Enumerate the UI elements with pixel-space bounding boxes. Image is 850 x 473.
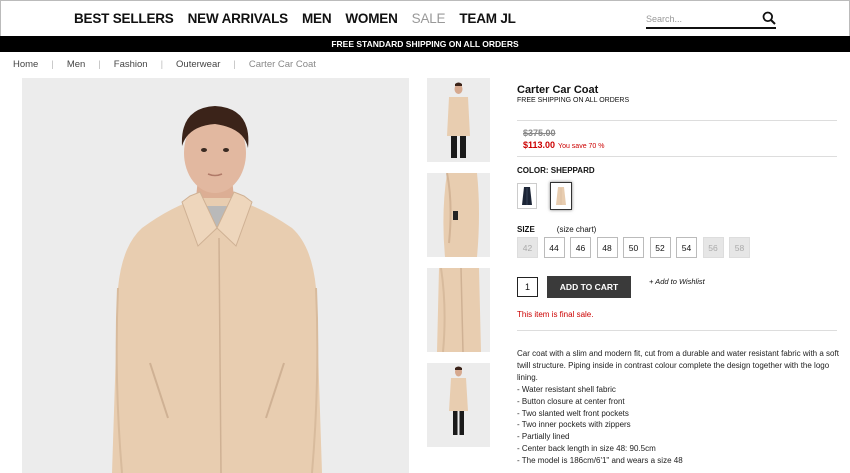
price-box: $375.00 $113.00 You save 70 % [517,120,837,157]
nav-women[interactable]: WOMEN [345,11,397,26]
breadcrumb-men[interactable]: Men [67,59,85,70]
feature-item: - Center back length in size 48: 90.5cm [517,444,656,454]
description-text: Car coat with a slim and modern fit, cut… [517,349,839,382]
breadcrumb-current: Carter Car Coat [248,59,316,70]
sheppard-coat-icon [556,187,566,205]
feature-item: - Partially lined [517,432,570,442]
feature-item: - Two inner pockets with zippers [517,420,631,430]
divider [517,330,837,331]
breadcrumb-outerwear[interactable]: Outerwear [176,59,220,70]
breadcrumb-separator: | [98,59,101,70]
color-swatch-navy[interactable] [517,183,537,209]
search-input[interactable] [646,11,756,27]
breadcrumb-fashion[interactable]: Fashion [114,59,148,70]
shipping-banner: FREE STANDARD SHIPPING ON ALL ORDERS [0,36,850,52]
sale-price: $113.00 [523,140,556,150]
size-50[interactable]: 50 [623,237,644,258]
size-options: 42 44 46 48 50 52 54 56 58 [517,237,756,258]
nav-team-jl[interactable]: TEAM JL [459,11,516,26]
add-to-wishlist-link[interactable]: + Add to Wishlist [649,277,705,286]
size-46[interactable]: 46 [570,237,591,258]
thumbnail-list [427,78,490,458]
size-44[interactable]: 44 [543,237,565,258]
size-label: SIZE [517,225,535,234]
free-shipping-note: FREE SHIPPING ON ALL ORDERS [517,97,630,104]
add-to-cart-button[interactable]: ADD TO CART [547,276,631,298]
size-48[interactable]: 48 [596,237,618,258]
savings-text: You save 70 % [558,143,605,150]
breadcrumb-home[interactable]: Home [13,59,38,70]
thumbnail-side[interactable] [427,173,490,257]
main-product-image[interactable] [22,78,409,473]
quantity-input[interactable]: 1 [517,277,538,297]
breadcrumb: Home | Men | Fashion | Outerwear | Carte… [13,59,316,70]
size-52[interactable]: 52 [649,237,671,258]
breadcrumb-separator: | [51,59,54,70]
color-swatch-sheppard[interactable] [550,182,572,210]
feature-item: - The model is 186cm/6'1" and wears a si… [517,456,683,466]
nav-sale[interactable]: SALE [412,11,446,26]
breadcrumb-separator: | [233,59,236,70]
feature-item: - Button closure at center front [517,396,625,406]
product-title: Carter Car Coat [517,84,599,96]
feature-item: - Two slanted welt front pockets [517,408,629,418]
feature-list: - Water resistant shell fabric - Button … [517,384,839,467]
feature-item: - Water resistant shell fabric [517,384,616,394]
size-56[interactable]: 56 [702,237,724,258]
nav-men[interactable]: MEN [302,11,332,26]
size-42[interactable]: 42 [517,237,538,258]
size-54[interactable]: 54 [676,237,697,258]
search-box [646,9,776,29]
final-sale-notice: This item is final sale. [517,310,594,319]
top-navigation: BEST SELLERS NEW ARRIVALS MEN WOMEN SALE… [0,0,850,36]
breadcrumb-separator: | [160,59,164,70]
nav-best-sellers[interactable]: BEST SELLERS [74,11,174,26]
thumbnail-front[interactable] [427,78,490,162]
size-58[interactable]: 58 [729,237,750,258]
navy-coat-icon [522,187,532,205]
thumbnail-full-body[interactable] [427,363,490,447]
color-label: COLOR: SHEPPARD [517,166,595,175]
size-chart-link[interactable]: (size chart) [557,225,597,234]
nav-links: BEST SELLERS NEW ARRIVALS MEN WOMEN SALE… [74,11,530,26]
size-row: SIZE (size chart) [517,225,596,234]
thumbnail-detail[interactable] [427,268,490,352]
nav-new-arrivals[interactable]: NEW ARRIVALS [188,11,289,26]
search-icon[interactable] [762,11,776,25]
product-description: Car coat with a slim and modern fit, cut… [517,348,839,467]
sale-price-row: $113.00 You save 70 % [523,140,605,150]
color-swatches [517,182,585,210]
original-price: $375.00 [523,128,556,138]
